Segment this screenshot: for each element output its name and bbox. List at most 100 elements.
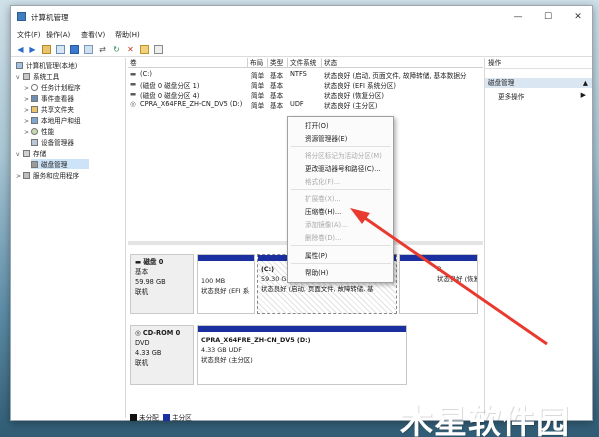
tree-item-shared-folders[interactable]: > 共享文件夹 bbox=[24, 104, 74, 114]
title-bar: 计算机管理 — ☐ ✕ bbox=[11, 6, 592, 28]
toolbar: ◀ ▶ ⇄ ↻ ✕ bbox=[11, 42, 592, 57]
watermark-text: 木星软件园 bbox=[400, 402, 570, 437]
connect-icon[interactable]: ⇄ bbox=[98, 45, 107, 54]
disk-management-icon bbox=[31, 161, 38, 168]
menu-action[interactable]: 操作(A) bbox=[46, 30, 70, 40]
volume-icon: ▬ bbox=[130, 90, 137, 98]
chevron-right-icon[interactable]: > bbox=[24, 129, 31, 136]
properties-icon[interactable] bbox=[56, 45, 65, 54]
menu-item-change-drive-letter[interactable]: 更改驱动器号和路径(C)... bbox=[305, 163, 380, 173]
users-icon bbox=[31, 117, 38, 124]
maximize-button[interactable]: ☐ bbox=[538, 10, 558, 24]
unallocated-swatch bbox=[130, 414, 137, 421]
delete-icon[interactable]: ✕ bbox=[126, 45, 135, 54]
menu-item-properties[interactable]: 属性(P) bbox=[305, 250, 327, 260]
column-header-status[interactable]: 状态 bbox=[322, 58, 483, 68]
menu-separator bbox=[291, 189, 391, 190]
chevron-down-icon[interactable]: v bbox=[16, 74, 23, 81]
chevron-down-icon[interactable]: v bbox=[16, 151, 23, 158]
shared-folder-icon bbox=[31, 106, 38, 113]
tree-item-disk-management[interactable]: 磁盘管理 bbox=[31, 159, 89, 169]
column-header-layout[interactable]: 布局 bbox=[248, 58, 268, 68]
chevron-right-icon[interactable]: > bbox=[24, 118, 31, 125]
console-icon[interactable] bbox=[84, 45, 93, 54]
minimize-button[interactable]: — bbox=[508, 10, 528, 24]
tree-item-system-tools[interactable]: v 系统工具 bbox=[16, 71, 59, 81]
menu-separator bbox=[291, 263, 391, 264]
close-button[interactable]: ✕ bbox=[568, 10, 588, 24]
context-menu: 打开(O) 资源管理器(E) 将分区标记为活动分区(M) 更改驱动器号和路径(C… bbox=[287, 116, 394, 283]
table-row[interactable]: ▬ (磁盘 0 磁盘分区 4) 简单 基本 状态良好 (恢复分区) bbox=[128, 89, 483, 100]
actions-disk-management[interactable]: 磁盘管理 ▲ bbox=[485, 78, 592, 88]
menu-separator bbox=[291, 146, 391, 147]
table-row[interactable]: ▬ (C:) 简单 基本 NTFS 状态良好 (启动, 页面文件, 故障转储, … bbox=[128, 69, 483, 80]
storage-icon bbox=[23, 150, 30, 157]
services-icon bbox=[23, 172, 30, 179]
tree-item-device-manager[interactable]: 设备管理器 bbox=[31, 137, 74, 147]
cdrom-0-row: ◎ CD-ROM 0 DVD 4.33 GB 联机 CPRA_X64FRE_ZH… bbox=[130, 325, 478, 385]
recovery-partition[interactable]: B 状态良好 (恢复分区) bbox=[399, 254, 478, 314]
tree-item-computer-management[interactable]: 计算机管理(本地) bbox=[16, 60, 77, 70]
tree-item-task-scheduler[interactable]: > 任务计划程序 bbox=[24, 82, 81, 92]
menu-item-add-mirror: 添加镜像(A)... bbox=[305, 221, 348, 229]
disk-0-label[interactable]: ▬ 磁盘 0 基本 59.98 GB 联机 bbox=[130, 254, 194, 314]
primary-partition-stripe bbox=[198, 326, 406, 332]
actions-pane: 操作 磁盘管理 ▲ 更多操作 ▶ bbox=[484, 58, 592, 418]
menu-help[interactable]: 帮助(H) bbox=[115, 30, 140, 40]
computer-management-icon bbox=[16, 62, 23, 69]
clock-icon bbox=[31, 84, 38, 91]
up-folder-icon[interactable] bbox=[42, 45, 51, 54]
efi-partition[interactable]: 100 MB 状态良好 (EFI 系 bbox=[197, 254, 255, 314]
menu-item-extend-volume: 扩展卷(X)... bbox=[305, 195, 341, 203]
legend: 未分配 主分区 bbox=[130, 412, 192, 422]
column-header-volume[interactable]: 卷 bbox=[128, 58, 248, 68]
column-header-type[interactable]: 类型 bbox=[268, 58, 288, 68]
menu-item-explorer[interactable]: 资源管理器(E) bbox=[305, 133, 347, 143]
cdrom-0-label[interactable]: ◎ CD-ROM 0 DVD 4.33 GB 联机 bbox=[130, 325, 194, 385]
tree-item-local-users[interactable]: > 本地用户和组 bbox=[24, 115, 81, 125]
menu-separator bbox=[291, 245, 391, 246]
column-header-filesystem[interactable]: 文件系统 bbox=[288, 58, 322, 68]
menu-item-delete-volume: 删除卷(D)... bbox=[305, 234, 342, 242]
tools-icon bbox=[23, 73, 30, 80]
chevron-right-icon[interactable]: > bbox=[24, 107, 31, 114]
primary-partition-swatch bbox=[162, 414, 170, 421]
menu-item-shrink-volume[interactable]: 压缩卷(H)... bbox=[305, 206, 341, 216]
dvd-partition[interactable]: CPRA_X64FRE_ZH-CN_DV5 (D:) 4.33 GB UDF 状… bbox=[197, 325, 407, 385]
menu-bar: 文件(F) 操作(A) 查看(V) 帮助(H) bbox=[11, 28, 592, 42]
chevron-right-icon[interactable]: > bbox=[24, 96, 31, 103]
forward-icon[interactable]: ▶ bbox=[28, 45, 37, 54]
menu-item-mark-active: 将分区标记为活动分区(M) bbox=[305, 152, 382, 160]
primary-partition-stripe bbox=[198, 255, 254, 261]
tree-item-performance[interactable]: > 性能 bbox=[24, 126, 54, 136]
cdrom-icon: ◎ bbox=[135, 329, 143, 337]
menu-item-help[interactable]: 帮助(H) bbox=[305, 267, 328, 277]
tree-item-event-viewer[interactable]: > 事件查看器 bbox=[24, 93, 74, 103]
view-icon[interactable] bbox=[154, 45, 163, 54]
refresh-icon[interactable]: ↻ bbox=[112, 45, 121, 54]
primary-partition-stripe bbox=[400, 255, 477, 261]
event-viewer-icon bbox=[31, 95, 38, 102]
menu-item-format: 格式化(F)... bbox=[305, 178, 341, 186]
tree-item-services-apps[interactable]: > 服务和应用程序 bbox=[16, 170, 79, 180]
chevron-right-icon[interactable]: > bbox=[24, 85, 31, 92]
help-icon[interactable] bbox=[70, 45, 79, 54]
actions-header: 操作 bbox=[485, 58, 592, 69]
chevron-right-icon[interactable]: > bbox=[16, 173, 23, 180]
table-row[interactable]: ◎ CPRA_X64FRE_ZH-CN_DV5 (D:) 简单 基本 UDF 状… bbox=[128, 99, 483, 110]
menu-view[interactable]: 查看(V) bbox=[81, 30, 105, 40]
menu-file[interactable]: 文件(F) bbox=[17, 30, 41, 40]
new-icon[interactable] bbox=[140, 45, 149, 54]
table-row[interactable]: ▬ (磁盘 0 磁盘分区 1) 简单 基本 状态良好 (EFI 系统分区) bbox=[128, 79, 483, 90]
more-actions[interactable]: 更多操作 bbox=[498, 91, 524, 101]
menu-item-open[interactable]: 打开(O) bbox=[305, 120, 329, 130]
window-title: 计算机管理 bbox=[31, 13, 69, 22]
collapse-arrow-icon[interactable]: ▲ bbox=[583, 78, 588, 88]
back-icon[interactable]: ◀ bbox=[16, 45, 25, 54]
tree-item-storage[interactable]: v 存储 bbox=[16, 148, 46, 158]
dvd-volume-icon: ◎ bbox=[130, 100, 136, 108]
console-tree: 计算机管理(本地) v 系统工具 > 任务计划程序 > 事件查看器 > 共享文件夹 > 本… bbox=[14, 58, 126, 418]
volume-icon: ▬ bbox=[130, 70, 137, 78]
volume-icon: ▬ bbox=[130, 80, 137, 88]
chevron-right-icon[interactable]: ▶ bbox=[581, 91, 586, 99]
